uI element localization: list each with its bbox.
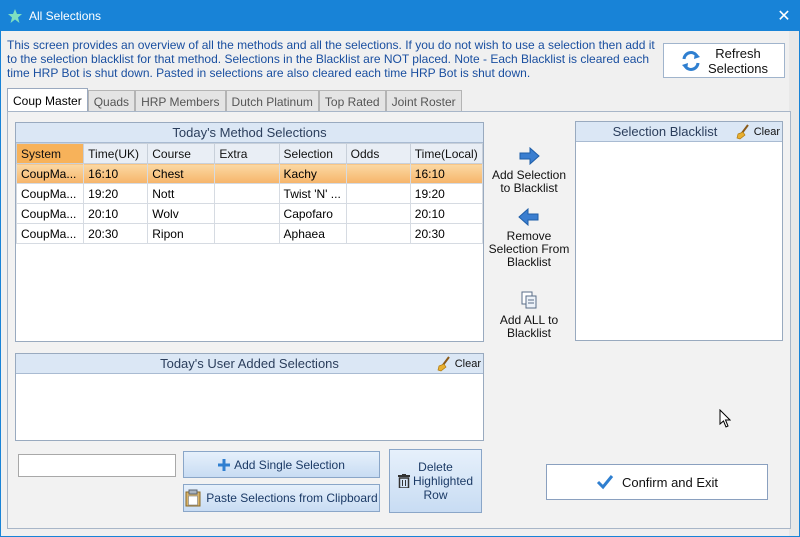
cell-selection: Twist 'N' ...	[278, 183, 347, 204]
trash-icon	[397, 474, 410, 488]
all-selections-window: All Selections ✕ This screen provides an…	[0, 0, 800, 537]
cell-odds	[345, 183, 411, 204]
selection-blacklist-panel: Selection Blacklist Clear	[575, 121, 783, 341]
window-title: All Selections	[29, 9, 102, 23]
clear-user-selections-label: Clear	[454, 358, 481, 370]
paste-selections-button[interactable]: Paste Selections from Clipboard	[183, 484, 380, 512]
remove-selection-label-line3: Blacklist	[506, 255, 551, 269]
add-selection-label-line2: to Blacklist	[500, 181, 558, 195]
cell-time-uk: 20:30	[83, 223, 149, 244]
star-app-icon	[8, 9, 22, 23]
table-row[interactable]: CoupMa... 20:30 Ripon Aphaea 20:30	[15, 223, 484, 244]
add-single-selection-label: Add Single Selection	[234, 457, 345, 472]
cell-extra	[214, 223, 280, 244]
cell-course: Chest	[147, 163, 216, 184]
title-bar: All Selections ✕	[1, 1, 799, 31]
column-header-system[interactable]: System	[15, 143, 85, 164]
cell-system: CoupMa...	[15, 163, 85, 184]
tab-joint-roster[interactable]: Joint Roster	[385, 90, 462, 112]
delete-label-line3: Row	[423, 488, 448, 502]
cell-time-local: 19:20	[409, 183, 484, 204]
plus-icon	[218, 458, 231, 471]
user-added-selections-title: Today's User Added Selections	[160, 356, 339, 371]
cell-course: Nott	[147, 183, 216, 204]
column-header-odds[interactable]: Odds	[345, 143, 411, 164]
method-selections-table: System Time(UK) Course Extra Selection O…	[15, 143, 484, 244]
cell-course: Ripon	[147, 223, 216, 244]
arrow-left-icon	[518, 208, 539, 226]
refresh-selections-button[interactable]: Refresh Selections	[663, 43, 785, 78]
method-tabs: Coup Master Quads HRP Members Dutch Plat…	[7, 88, 462, 112]
column-header-selection[interactable]: Selection	[278, 143, 347, 164]
selection-input[interactable]	[18, 454, 176, 477]
method-selections-title: Today's Method Selections	[16, 123, 483, 143]
checkmark-icon	[596, 475, 614, 490]
cell-time-uk: 16:10	[83, 163, 149, 184]
cell-time-local: 16:10	[409, 163, 484, 184]
mouse-cursor-icon	[719, 409, 731, 428]
remove-selection-from-blacklist-button[interactable]: Remove Selection From Blacklist	[487, 208, 571, 269]
tab-coup-master[interactable]: Coup Master	[7, 88, 88, 112]
column-header-time-uk[interactable]: Time(UK)	[83, 143, 149, 164]
cell-selection: Capofaro	[278, 203, 347, 224]
confirm-and-exit-button[interactable]: Confirm and Exit	[546, 464, 768, 500]
broom-icon	[736, 124, 749, 140]
refresh-label-line1: Refresh	[715, 45, 761, 61]
cell-selection: Kachy	[278, 163, 347, 184]
cell-time-uk: 19:20	[83, 183, 149, 204]
paste-selections-label: Paste Selections from Clipboard	[206, 491, 378, 505]
close-button[interactable]: ✕	[769, 1, 799, 31]
table-header-row: System Time(UK) Course Extra Selection O…	[15, 143, 484, 164]
arrow-right-icon	[519, 147, 540, 165]
add-single-selection-button[interactable]: Add Single Selection	[183, 451, 380, 478]
cell-odds	[345, 163, 411, 184]
cell-time-local: 20:30	[409, 223, 484, 244]
clear-user-selections-button[interactable]: Clear	[437, 356, 481, 372]
cell-course: Wolv	[147, 203, 216, 224]
column-header-extra[interactable]: Extra	[214, 143, 280, 164]
user-added-selections-header: Today's User Added Selections Clear	[16, 354, 483, 374]
clear-blacklist-label: Clear	[753, 126, 780, 138]
confirm-and-exit-label: Confirm and Exit	[621, 474, 719, 490]
selection-blacklist-title: Selection Blacklist	[612, 124, 718, 139]
column-header-time-local[interactable]: Time(Local)	[409, 143, 484, 164]
delete-label-row: Highlighted	[397, 474, 474, 488]
add-all-label-line2: Blacklist	[506, 326, 551, 340]
add-selection-to-blacklist-button[interactable]: Add Selection to Blacklist	[487, 147, 571, 195]
cell-selection: Aphaea	[278, 223, 347, 244]
method-selections-panel: Today's Method Selections System Time(UK…	[15, 122, 484, 342]
delete-label-line1: Delete	[418, 460, 453, 474]
table-row[interactable]: CoupMa... 20:10 Wolv Capofaro 20:10	[15, 203, 484, 224]
cell-extra	[214, 183, 280, 204]
cell-extra	[214, 163, 280, 184]
clipboard-icon	[185, 489, 201, 507]
user-added-selections-panel: Today's User Added Selections Clear	[15, 353, 484, 441]
cell-system: CoupMa...	[15, 203, 85, 224]
intro-text: This screen provides an overview of all …	[7, 38, 655, 80]
table-row[interactable]: CoupMa... 19:20 Nott Twist 'N' ... 19:20	[15, 183, 484, 204]
tab-top-rated[interactable]: Top Rated	[318, 90, 386, 112]
clear-blacklist-button[interactable]: Clear	[736, 124, 780, 140]
cell-system: CoupMa...	[15, 223, 85, 244]
table-row[interactable]: CoupMa... 16:10 Chest Kachy 16:10	[15, 163, 484, 184]
tab-dutch-platinum[interactable]: Dutch Platinum	[225, 90, 319, 112]
cell-time-local: 20:10	[409, 203, 484, 224]
add-all-to-blacklist-button[interactable]: Add ALL to Blacklist	[487, 290, 571, 340]
cell-odds	[345, 223, 411, 244]
cell-odds	[345, 203, 411, 224]
selection-blacklist-header: Selection Blacklist Clear	[576, 122, 782, 142]
tab-hrp-members[interactable]: HRP Members	[135, 90, 226, 112]
tab-quads[interactable]: Quads	[87, 90, 136, 112]
cell-time-uk: 20:10	[83, 203, 149, 224]
column-header-course[interactable]: Course	[147, 143, 216, 164]
delete-highlighted-row-button[interactable]: Delete Highlighted Row	[389, 449, 482, 513]
broom-icon	[437, 356, 450, 372]
delete-label-line2: Highlighted	[412, 474, 474, 488]
cell-extra	[214, 203, 280, 224]
refresh-icon	[682, 50, 700, 71]
refresh-label-line2: Selections	[708, 60, 768, 76]
copy-documents-icon	[521, 291, 537, 309]
cell-system: CoupMa...	[15, 183, 85, 204]
